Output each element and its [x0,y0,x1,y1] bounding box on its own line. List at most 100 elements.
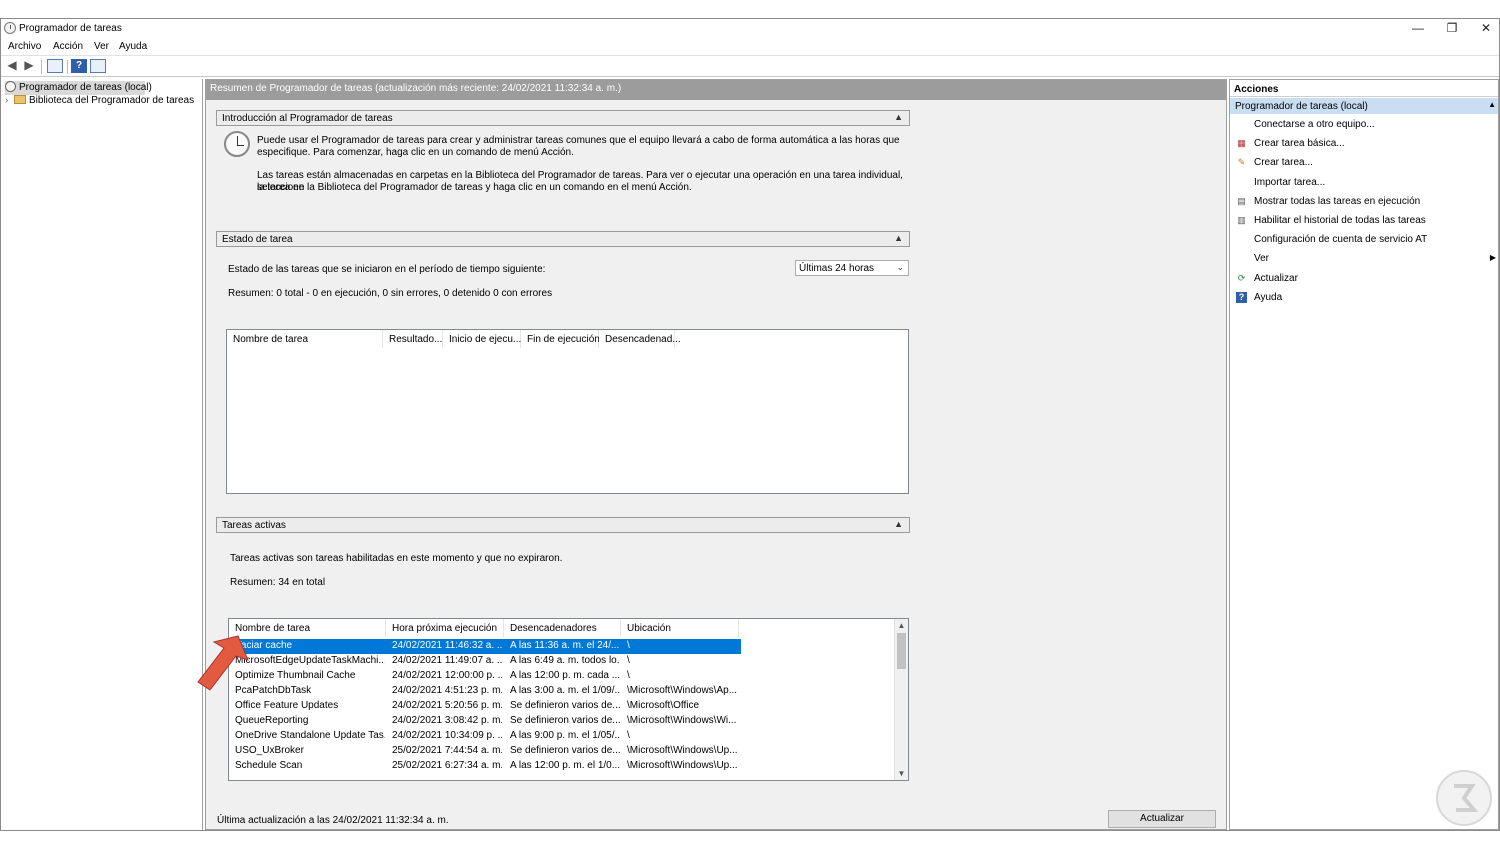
cell-next: 24/02/2021 11:46:32 a. ... [392,640,502,651]
cell-name: Office Feature Updates [235,700,339,711]
status-table: Nombre de tarea Resultado... Inicio de e… [226,329,909,494]
cell-name: MicrosoftEdgeUpdateTaskMachi... [235,655,385,666]
table-row[interactable]: Optimize Thumbnail Cache 24/02/2021 12:00… [233,669,741,684]
column-header[interactable]: Nombre de tarea [227,330,383,348]
column-header[interactable]: Fin de ejecución [521,330,600,348]
column-header[interactable]: Desencadenadores [504,619,621,637]
cell-name: Schedule Scan [235,760,303,771]
table-row[interactable]: QueueReporting 24/02/2021 3:08:42 p. m. Se… [233,714,741,729]
vertical-scrollbar[interactable]: ▲ ▼ [894,619,908,780]
collapse-icon[interactable]: ▲ [1488,100,1496,109]
table-row[interactable]: Schedule Scan 25/02/2021 6:27:34 a. m. A l… [233,759,741,774]
toolbar-separator [67,60,68,74]
title-bar: Programador de tareas — ❐ ✕ [1,19,1499,39]
action-item[interactable]: ⟳ Actualizar [1234,272,1496,288]
action-item[interactable]: ? Ayuda [1234,291,1496,307]
actions-group-header[interactable]: Programador de tareas (local) ▲ [1230,98,1498,114]
table-row[interactable]: USO_UxBroker 25/02/2021 7:44:54 a. m. Se d… [233,744,741,759]
cell-next: 25/02/2021 7:44:54 a. m. [392,745,502,756]
tree-item-label: Biblioteca del Programador de tareas [29,95,195,106]
column-header[interactable]: Hora próxima ejecución [386,619,504,637]
cell-next: 25/02/2021 6:27:34 a. m. [392,760,502,771]
table-row[interactable]: Vaciar cache 24/02/2021 11:46:32 a. ... A … [233,639,741,654]
intro-paragraph-2-line-2: la tarea en la Biblioteca del Programado… [257,182,692,193]
action-label: Importar tarea... [1254,176,1326,188]
cell-trigger: Se definieron varios de... [510,700,620,711]
toolbar-separator [41,60,42,74]
restore-button[interactable]: ❐ [1435,19,1469,39]
close-button[interactable]: ✕ [1469,19,1500,39]
cell-location: \Microsoft\Windows\Wi... [627,715,737,726]
task-scheduler-window: Programador de tareas — ❐ ✕ Archivo Acci… [0,18,1500,831]
action-item[interactable]: ✎ Crear tarea... [1234,156,1496,172]
intro-section-header[interactable]: Introducción al Programador de tareas ▲ [216,110,910,126]
period-label: Estado de las tareas que se iniciaron en… [228,264,546,275]
action-item[interactable]: ▥ Habilitar el historial de todas las tar… [1234,214,1496,230]
show-hide-action-pane-icon[interactable] [90,59,106,73]
help-icon[interactable]: ? [71,59,87,73]
action-item[interactable]: Ver ▶ [1234,252,1496,268]
cell-location: \Microsoft\Windows\Up... [627,760,738,771]
menu-accion[interactable]: Acción [53,41,83,52]
cell-next: 24/02/2021 5:20:56 p. m. [392,700,502,711]
menu-archivo[interactable]: Archivo [8,41,41,52]
table-row[interactable]: Office Feature Updates 24/02/2021 5:20:56… [233,699,741,714]
clock-icon [224,131,250,157]
menu-ver[interactable]: Ver [94,41,109,52]
table-row[interactable]: PcaPatchDbTask 24/02/2021 4:51:23 p. m. A … [233,684,741,699]
history-icon: ▥ [1237,215,1246,225]
collapse-icon[interactable]: ▲ [894,112,903,122]
cell-trigger: Se definieron varios de... [510,715,620,726]
active-description: Tareas activas son tareas habilitadas en… [230,553,563,564]
show-hide-console-tree-icon[interactable] [47,59,63,73]
column-header[interactable]: Nombre de tarea [229,619,386,637]
refresh-button[interactable]: Actualizar [1108,810,1216,828]
cell-location: \Microsoft\Windows\Up... [627,745,738,756]
action-item[interactable]: ▦ Crear tarea básica... [1234,137,1496,153]
tree-item-library[interactable]: › Biblioteca del Programador de tareas [5,95,194,109]
action-item[interactable]: ▤ Mostrar todas las tareas en ejecución [1234,195,1496,211]
action-item[interactable]: Conectarse a otro equipo... [1234,118,1496,134]
last-update-text: Última actualización a las 24/02/2021 11… [217,815,449,826]
action-item[interactable]: Configuración de cuenta de servicio AT [1234,233,1496,249]
menu-ayuda[interactable]: Ayuda [119,41,147,52]
cell-location: \ [627,730,630,741]
calendar-icon: ▦ [1237,138,1246,149]
scroll-down-icon[interactable]: ▼ [895,767,908,780]
chevron-right-icon[interactable]: › [5,95,14,106]
column-header[interactable]: Desencadenad... [599,330,681,348]
action-label: Actualizar [1254,272,1298,284]
cell-trigger: A las 12:00 p. m. cada ... [510,670,620,681]
scroll-up-icon[interactable]: ▲ [895,619,908,632]
tree-item-scheduler-local[interactable]: Programador de tareas (local) [5,81,152,95]
collapse-icon[interactable]: ▲ [894,233,903,243]
actions-title: Acciones [1230,80,1498,97]
cell-trigger: A las 12:00 p. m. el 1/0... [510,760,620,771]
collapse-icon[interactable]: ▲ [894,519,903,529]
toolbar: ◀ ▶ ? [1,55,1499,77]
column-header[interactable]: Ubicación [621,619,739,637]
minimize-button[interactable]: — [1401,19,1435,39]
scroll-thumb[interactable] [897,633,906,669]
intro-section-body: Puede usar el Programador de tareas para… [216,127,910,213]
logo-watermark [1436,770,1492,826]
action-item[interactable]: Importar tarea... [1234,176,1496,192]
table-row[interactable]: MicrosoftEdgeUpdateTaskMachi... 24/02/202… [233,654,741,669]
action-label: Conectarse a otro equipo... [1254,119,1375,130]
action-label: Crear tarea básica... [1254,138,1345,150]
active-summary: Resumen: 34 en total [230,577,326,588]
forward-arrow-icon[interactable]: ▶ [21,59,37,73]
table-row[interactable]: OneDrive Standalone Update Tas... 24/02/2… [233,729,741,744]
action-label: Ayuda [1254,291,1283,303]
pointer-arrow-annotation [197,635,249,691]
column-header[interactable]: Resultado... [383,330,443,348]
clock-app-icon [4,22,16,34]
status-section-header[interactable]: Estado de tarea ▲ [216,231,910,247]
menu-bar: Archivo Acción Ver Ayuda [1,39,1499,55]
active-section-header[interactable]: Tareas activas ▲ [216,517,910,533]
status-summary: Resumen: 0 total - 0 en ejecución, 0 sin… [228,288,553,299]
action-label: Mostrar todas las tareas en ejecución [1254,195,1421,207]
period-dropdown[interactable]: Últimas 24 horas ⌄ [795,260,909,276]
back-arrow-icon[interactable]: ◀ [4,59,20,73]
column-header[interactable]: Inicio de ejecu... [443,330,521,348]
